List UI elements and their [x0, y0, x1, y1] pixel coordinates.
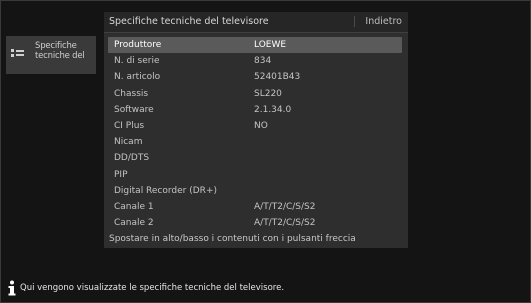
info-text: Qui vengono visualizzate le specifiche t…	[20, 283, 285, 293]
spec-label: Canale 1	[114, 201, 154, 212]
list-item[interactable]: Chassis SL220	[108, 86, 402, 102]
spec-value: A/T/T2/C/S/S2	[254, 218, 316, 229]
side-menu-item-specs[interactable]: Specifiche tecniche del	[6, 36, 96, 74]
spec-label: N. articolo	[114, 72, 161, 83]
spec-value: LOEWE	[254, 40, 287, 50]
list-item[interactable]: PIP	[108, 167, 402, 183]
navigation-hint: Spostare in alto/basso i contenuti con i…	[104, 230, 408, 248]
spec-label: Chassis	[114, 88, 149, 99]
spec-value: NO	[254, 120, 268, 131]
list-item[interactable]: DD/DTS	[108, 150, 402, 166]
panel-title: Specifiche tecniche del televisore	[109, 16, 269, 27]
list-item[interactable]: N. di serie 834	[108, 53, 402, 69]
spec-value: A/T/T2/C/S/S2	[254, 201, 316, 212]
list-item[interactable]: CI Plus NO	[108, 118, 402, 134]
specs-list: Produttore LOEWE N. di serie 834 N. arti…	[108, 37, 402, 231]
spec-label: Produttore	[114, 40, 162, 50]
list-item[interactable]: Digital Recorder (DR+)	[108, 183, 402, 199]
side-menu-item-label: Specifiche tecniche del	[35, 41, 85, 61]
spec-value: 52401B43	[254, 72, 301, 83]
spec-label: CI Plus	[114, 120, 145, 131]
spec-label: Nicam	[114, 137, 143, 148]
info-icon	[8, 280, 16, 296]
back-button[interactable]: Indietro	[354, 16, 402, 27]
spec-label: Software	[114, 104, 154, 115]
spec-label: Digital Recorder (DR+)	[114, 185, 217, 196]
list-icon	[11, 49, 24, 57]
list-item[interactable]: Nicam	[108, 134, 402, 150]
spec-value: SL220	[254, 88, 282, 99]
spec-label: Canale 2	[114, 218, 154, 229]
list-item[interactable]: Produttore LOEWE	[108, 37, 402, 54]
list-item[interactable]: Canale 1 A/T/T2/C/S/S2	[108, 199, 402, 215]
list-item[interactable]: Canale 2 A/T/T2/C/S/S2	[108, 215, 402, 231]
spec-label: PIP	[114, 169, 128, 180]
spec-value: 834	[254, 56, 272, 67]
list-item[interactable]: Software 2.1.34.0	[108, 102, 402, 118]
spec-label: DD/DTS	[114, 153, 150, 164]
spec-label: N. di serie	[114, 56, 160, 67]
spec-value: 2.1.34.0	[254, 104, 292, 115]
panel-header: Specifiche tecniche del televisore Indie…	[104, 12, 408, 33]
list-item[interactable]: N. articolo 52401B43	[108, 69, 402, 85]
specs-panel: Specifiche tecniche del televisore Indie…	[104, 12, 408, 248]
